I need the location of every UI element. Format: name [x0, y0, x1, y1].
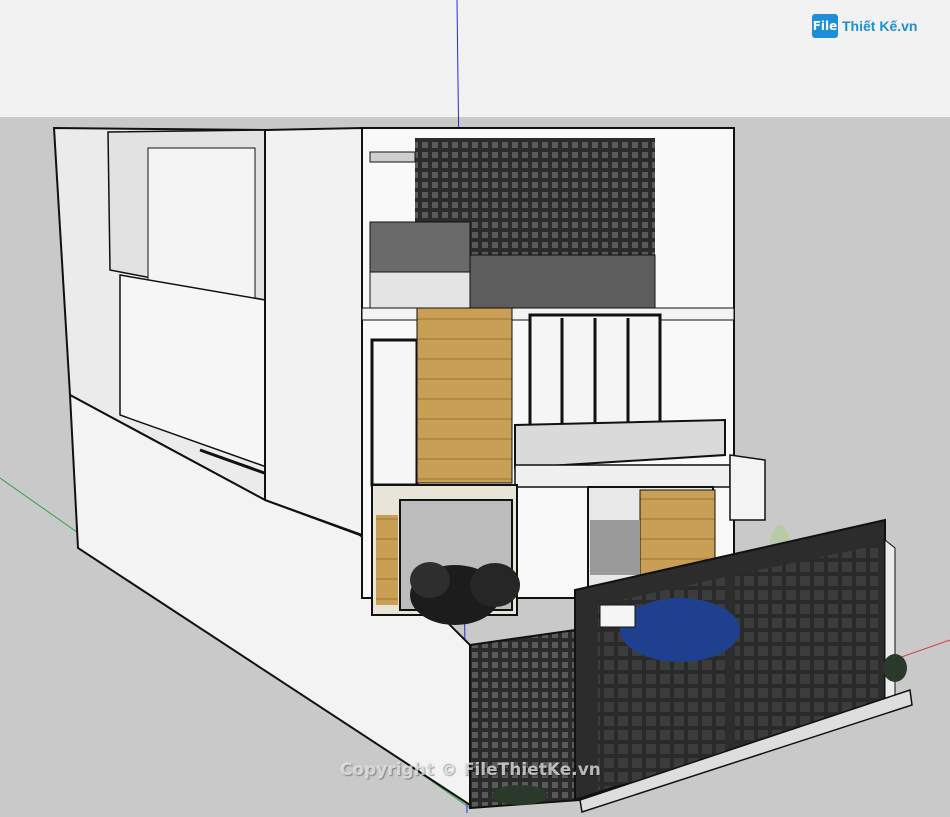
front-pier [264, 126, 363, 537]
side-window-upper [147, 147, 256, 301]
house-model-render [0, 0, 950, 814]
car [620, 598, 740, 662]
pergola-beam [369, 151, 416, 163]
copyright-watermark: Copyright © FileThietKe.vn [340, 760, 601, 780]
terrace-glass-rail [369, 271, 471, 309]
right-side-wall [729, 454, 766, 521]
garage-interior [590, 520, 640, 575]
terrace-slab [469, 254, 656, 311]
ground-plants-front [492, 785, 548, 805]
fence-breeze-block [469, 628, 582, 810]
logo-text: Thiết Kế.vn [842, 18, 918, 34]
terrace-parapet [369, 221, 471, 273]
site-logo[interactable]: File Thiết Kế.vn [812, 12, 942, 42]
window-second-left [370, 338, 419, 487]
wood-door-left [376, 515, 398, 605]
wood-cladding-panel [416, 307, 513, 484]
balcony-slab [514, 464, 731, 488]
logo-mark-icon: File [812, 14, 838, 38]
house-number-plate [599, 604, 636, 628]
model-viewport[interactable]: File Thiết Kế.vn Copyright © FileThietKe… [0, 0, 950, 814]
sky-background [0, 0, 950, 117]
